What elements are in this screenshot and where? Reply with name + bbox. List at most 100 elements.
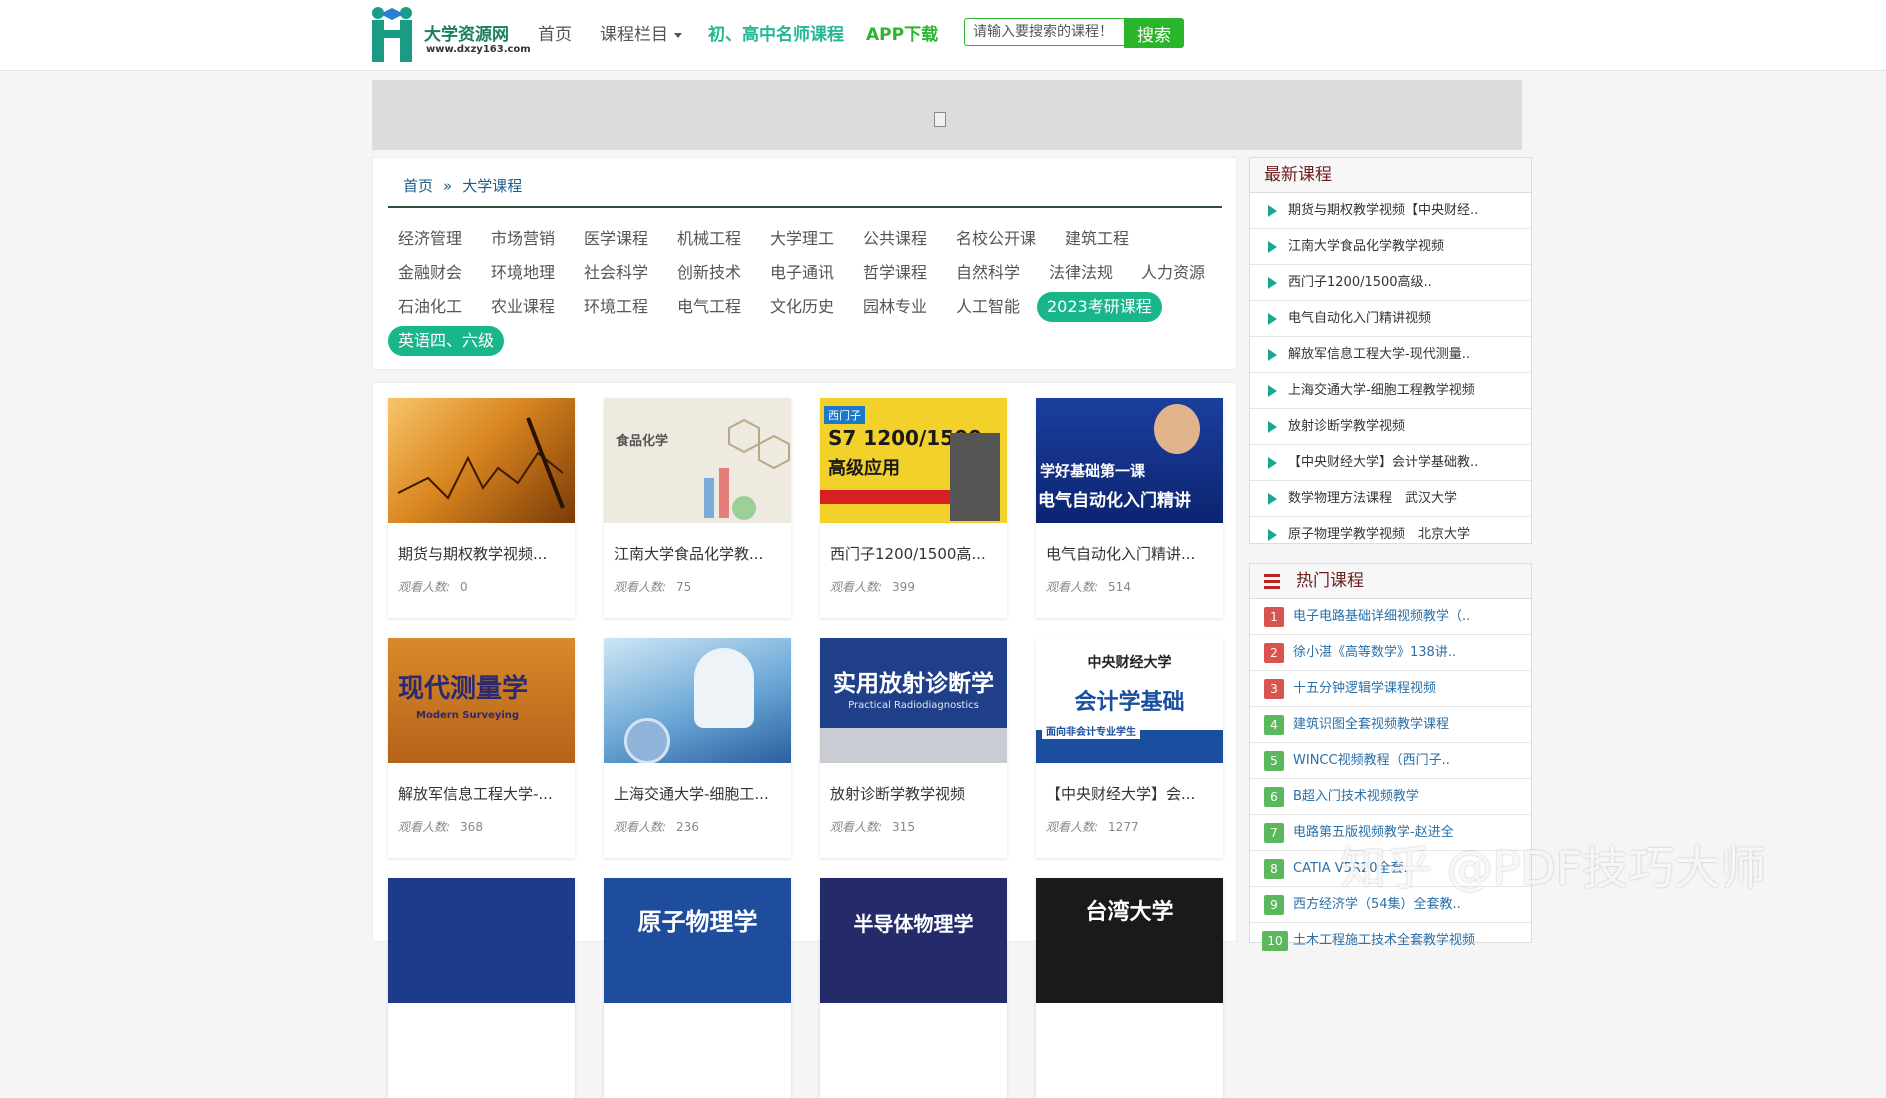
category-item[interactable]: 经济管理 bbox=[388, 224, 472, 254]
views-count: 514 bbox=[1108, 580, 1131, 594]
category-item-active[interactable]: 2023考研课程 bbox=[1037, 292, 1162, 322]
course-thumbnail[interactable] bbox=[388, 398, 575, 523]
category-item[interactable]: 大学理工 bbox=[760, 224, 844, 254]
hot-course-item[interactable]: 1 电子电路基础详细视频教学（.. bbox=[1250, 599, 1531, 635]
hot-course-label: 十五分钟逻辑学课程视频 bbox=[1293, 681, 1437, 696]
hot-course-item[interactable]: 6 B超入门技术视频教学 bbox=[1250, 779, 1531, 815]
course-card[interactable]: 现代测量学 Modern Surveying 解放军信息工程大学-... 观看人… bbox=[388, 638, 575, 858]
course-card[interactable]: 学好基础第一课 电气自动化入门精讲 电气自动化入门精讲... 观看人数: 514 bbox=[1036, 398, 1223, 618]
views-count: 236 bbox=[676, 820, 699, 834]
category-item[interactable]: 文化历史 bbox=[760, 292, 844, 322]
latest-course-item[interactable]: 原子物理学教学视频 北京大学 bbox=[1250, 517, 1531, 552]
course-thumbnail[interactable]: 原子物理学 bbox=[604, 878, 791, 1003]
breadcrumb-current[interactable]: 大学课程 bbox=[462, 177, 522, 195]
views-count: 368 bbox=[460, 820, 483, 834]
category-item[interactable]: 机械工程 bbox=[667, 224, 751, 254]
ad-banner[interactable] bbox=[372, 80, 1522, 150]
hot-course-item[interactable]: 10 土木工程施工技术全套教学视频 bbox=[1250, 923, 1531, 958]
course-thumbnail[interactable]: 实用放射诊断学 Practical Radiodiagnostics bbox=[820, 638, 1007, 763]
course-title[interactable]: 西门子1200/1500高... bbox=[830, 543, 1000, 564]
latest-course-item[interactable]: 期货与期权教学视频【中央财经.. bbox=[1250, 193, 1531, 229]
course-thumbnail[interactable]: 半导体物理学 bbox=[820, 878, 1007, 1003]
course-thumbnail[interactable]: 台湾大学 bbox=[1036, 878, 1223, 1003]
category-item[interactable]: 名校公开课 bbox=[946, 224, 1046, 254]
divider bbox=[388, 206, 1222, 208]
search-input[interactable] bbox=[964, 18, 1125, 46]
category-item[interactable]: 市场营销 bbox=[481, 224, 565, 254]
course-card[interactable] bbox=[388, 878, 575, 1098]
course-thumbnail[interactable]: 西门子 S7 1200/1500 高级应用 bbox=[820, 398, 1007, 523]
category-item[interactable]: 医学课程 bbox=[574, 224, 658, 254]
category-item[interactable]: 电气工程 bbox=[667, 292, 751, 322]
course-card[interactable]: 台湾大学 bbox=[1036, 878, 1223, 1098]
category-item-active[interactable]: 英语四、六级 bbox=[388, 326, 505, 356]
breadcrumb-home[interactable]: 首页 bbox=[403, 177, 433, 195]
latest-course-label: 数学物理方法课程 武汉大学 bbox=[1288, 491, 1458, 506]
hot-course-item[interactable]: 2 徐小湛《高等数学》138讲.. bbox=[1250, 635, 1531, 671]
category-item[interactable]: 环境地理 bbox=[481, 258, 565, 288]
course-title[interactable]: 上海交通大学-细胞工... bbox=[614, 783, 784, 804]
category-item[interactable]: 社会科学 bbox=[574, 258, 658, 288]
red-stripe bbox=[820, 490, 950, 504]
course-thumbnail[interactable] bbox=[388, 878, 575, 1003]
category-item[interactable]: 哲学课程 bbox=[853, 258, 937, 288]
hot-course-item[interactable]: 5 WINCC视频教程（西门子.. bbox=[1250, 743, 1531, 779]
nav-app-download[interactable]: APP下载 bbox=[866, 20, 938, 45]
category-item[interactable]: 农业课程 bbox=[481, 292, 565, 322]
course-title[interactable]: 电气自动化入门精讲... bbox=[1046, 543, 1216, 564]
category-item[interactable]: 石油化工 bbox=[388, 292, 472, 322]
latest-courses-box: 最新课程 期货与期权教学视频【中央财经.. 江南大学食品化学教学视频 西门子12… bbox=[1249, 157, 1532, 544]
hot-course-item[interactable]: 4 建筑识图全套视频教学课程 bbox=[1250, 707, 1531, 743]
views-count: 315 bbox=[892, 820, 915, 834]
latest-course-item[interactable]: 数学物理方法课程 武汉大学 bbox=[1250, 481, 1531, 517]
category-item[interactable]: 电子通讯 bbox=[760, 258, 844, 288]
category-item[interactable]: 园林专业 bbox=[853, 292, 937, 322]
category-item[interactable]: 环境工程 bbox=[574, 292, 658, 322]
course-title[interactable]: 放射诊断学教学视频 bbox=[830, 783, 1000, 804]
course-card[interactable]: 西门子 S7 1200/1500 高级应用 西门子1200/1500高... 观… bbox=[820, 398, 1007, 618]
course-views: 观看人数: 75 bbox=[614, 578, 691, 595]
course-thumbnail[interactable]: 食品化学 bbox=[604, 398, 791, 523]
course-card[interactable]: 食品化学 江南大学食品化学教... 观看人数: 75 bbox=[604, 398, 791, 618]
latest-course-item[interactable]: 上海交通大学-细胞工程教学视频 bbox=[1250, 373, 1531, 409]
latest-course-item[interactable]: 西门子1200/1500高级.. bbox=[1250, 265, 1531, 301]
nav-home[interactable]: 首页 bbox=[538, 20, 572, 45]
course-card[interactable]: 实用放射诊断学 Practical Radiodiagnostics 放射诊断学… bbox=[820, 638, 1007, 858]
category-item[interactable]: 自然科学 bbox=[946, 258, 1030, 288]
top-navbar: 大学资源网 www.dxzy163.com 首页 课程栏目 初、高中名师课程 A… bbox=[0, 0, 1886, 71]
course-card[interactable]: 原子物理学 bbox=[604, 878, 791, 1098]
category-item[interactable]: 人力资源 bbox=[1131, 258, 1215, 288]
course-thumbnail[interactable]: 学好基础第一课 电气自动化入门精讲 bbox=[1036, 398, 1223, 523]
nav-famous-teachers[interactable]: 初、高中名师课程 bbox=[708, 20, 844, 45]
latest-course-item[interactable]: 放射诊断学教学视频 bbox=[1250, 409, 1531, 445]
nav-course-columns[interactable]: 课程栏目 bbox=[600, 20, 682, 45]
rank-badge: 4 bbox=[1264, 715, 1284, 735]
search-button[interactable]: 搜索 bbox=[1124, 18, 1184, 48]
course-thumbnail[interactable] bbox=[604, 638, 791, 763]
hot-course-label: 电子电路基础详细视频教学（.. bbox=[1293, 609, 1471, 624]
course-title[interactable]: 解放军信息工程大学-... bbox=[398, 783, 568, 804]
category-item[interactable]: 人工智能 bbox=[946, 292, 1030, 322]
latest-course-item[interactable]: 【中央财经大学】会计学基础教.. bbox=[1250, 445, 1531, 481]
latest-course-item[interactable]: 解放军信息工程大学-现代测量.. bbox=[1250, 337, 1531, 373]
category-item[interactable]: 法律法规 bbox=[1039, 258, 1123, 288]
site-logo[interactable]: 大学资源网 www.dxzy163.com bbox=[370, 6, 531, 64]
latest-course-item[interactable]: 江南大学食品化学教学视频 bbox=[1250, 229, 1531, 265]
latest-course-item[interactable]: 电气自动化入门精讲视频 bbox=[1250, 301, 1531, 337]
course-card[interactable]: 期货与期权教学视频... 观看人数: 0 bbox=[388, 398, 575, 618]
course-card[interactable]: 中央财经大学 会计学基础 面向非会计专业学生 【中央财经大学】会... 观看人数… bbox=[1036, 638, 1223, 858]
course-title[interactable]: 江南大学食品化学教... bbox=[614, 543, 784, 564]
course-title[interactable]: 期货与期权教学视频... bbox=[398, 543, 568, 564]
course-thumbnail[interactable]: 中央财经大学 会计学基础 面向非会计专业学生 bbox=[1036, 638, 1223, 763]
hot-course-item[interactable]: 3 十五分钟逻辑学课程视频 bbox=[1250, 671, 1531, 707]
category-item[interactable]: 公共课程 bbox=[853, 224, 937, 254]
chevron-down-icon bbox=[674, 32, 682, 38]
course-thumbnail[interactable]: 现代测量学 Modern Surveying bbox=[388, 638, 575, 763]
category-item[interactable]: 金融财会 bbox=[388, 258, 472, 288]
course-title[interactable]: 【中央财经大学】会... bbox=[1046, 783, 1216, 804]
siemens-badge: 西门子 bbox=[824, 406, 865, 424]
category-item[interactable]: 建筑工程 bbox=[1055, 224, 1139, 254]
category-item[interactable]: 创新技术 bbox=[667, 258, 751, 288]
course-card[interactable]: 上海交通大学-细胞工... 观看人数: 236 bbox=[604, 638, 791, 858]
course-card[interactable]: 半导体物理学 bbox=[820, 878, 1007, 1098]
